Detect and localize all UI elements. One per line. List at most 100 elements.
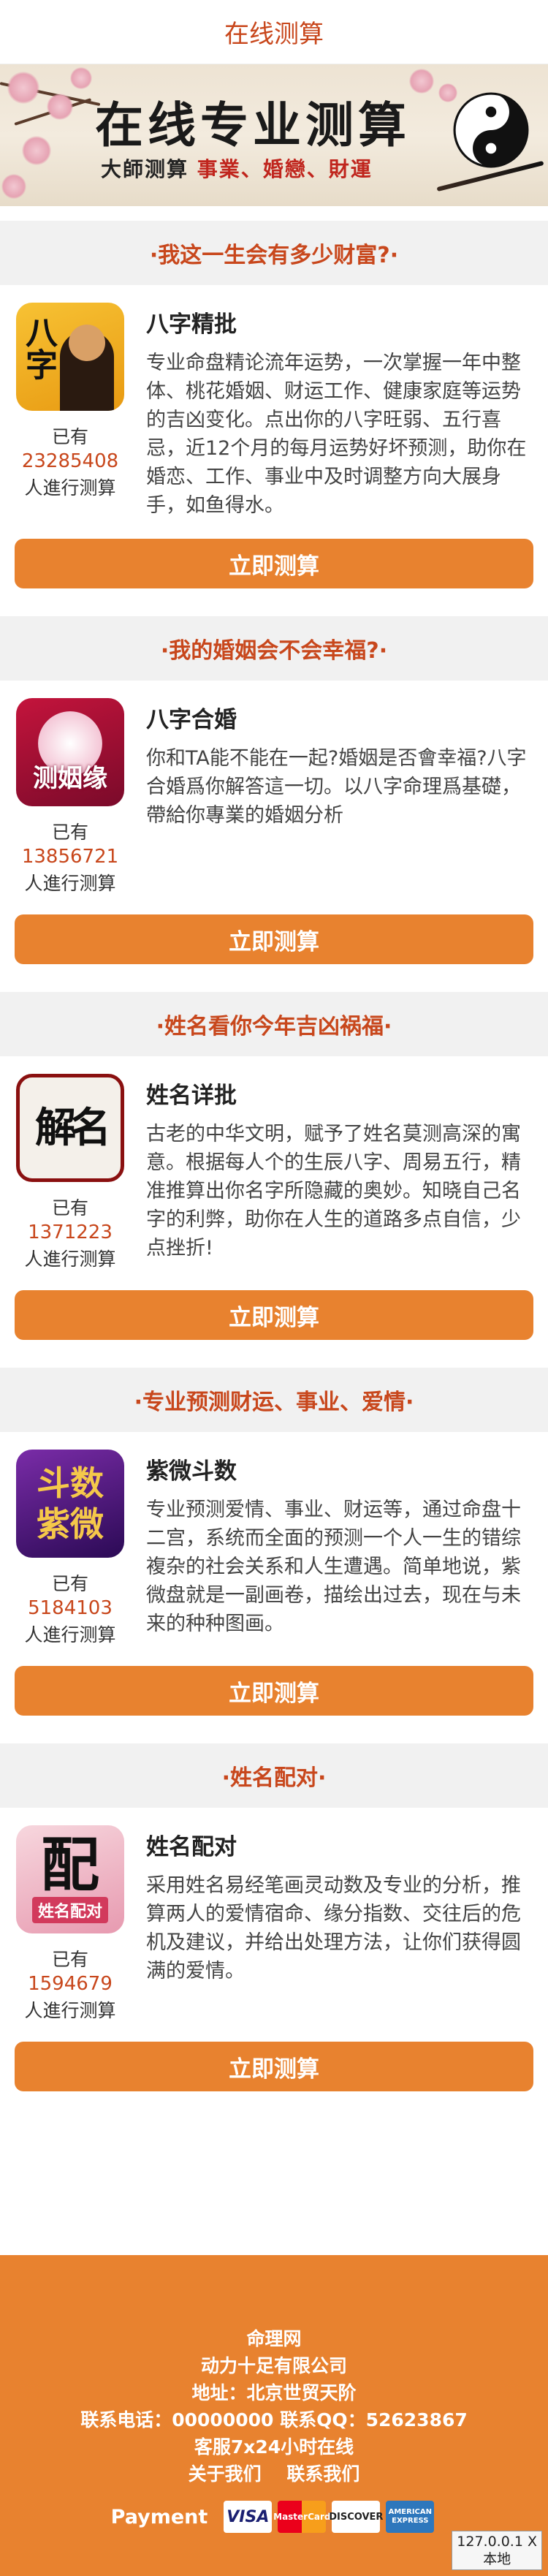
section-heading: ·我这一生会有多少财富?· [0,221,548,285]
local-label: 本地 [483,2551,511,2567]
icon-sub-label: 姓名配对 [31,1897,108,1923]
product-description: 你和TA能不能在一起?婚姻是否會幸福?八字合婚爲你解答這一切。以八字命理爲基礎，… [146,747,527,827]
visa-icon: VISA [224,2501,273,2533]
section-heading: ·姓名配对· [0,1743,548,1808]
count-prefix: 已有 [51,822,88,843]
product-description: 古老的中华文明，赋予了姓名莫测高深的寓意。根据每人个的生辰八字、周易五行，精准推… [146,1123,521,1259]
mastercard-icon: MasterCard [273,2501,331,2533]
product-card: 八字 已有 23285408 人進行测算 八字精批 专业命盘精论流年运势，一次掌… [0,285,548,520]
count-prefix: 已有 [51,1197,88,1219]
footer-company: 动力十足有限公司 [200,2355,347,2376]
count-suffix: 人進行测算 [24,873,116,894]
icon-label: 解名 [35,1104,111,1152]
section-heading-text: ·姓名看你今年吉凶祸福· [156,1014,392,1039]
product-description: 专业预测爱情、事业、财运等，通过命盘十二宫，系统而全面的预测一个人一生的错综複杂… [146,1499,521,1635]
user-count: 5184103 [28,1597,113,1619]
start-test-button-marriage[interactable]: 立即测算 [15,914,533,964]
banner-title: 在线专业测算 [95,96,411,154]
marriage-app-icon[interactable]: 测姻缘 [16,698,124,806]
product-card: 斗数紫微 已有 5184103 人進行测算 紫微斗数 专业预测爱情、事业、财运等… [0,1432,548,1647]
start-test-button-ziwei[interactable]: 立即测算 [15,1666,533,1716]
contact-us-link[interactable]: 联系我们 [286,2463,359,2485]
product-info: 八字精批 专业命盘精论流年运势，一次掌握一年中整体、桃花婚姻、财运工作、健康家庭… [124,303,535,520]
start-test-button-pairing[interactable]: 立即测算 [15,2042,533,2091]
user-count: 1594679 [28,1973,113,1995]
blossom-decoration [47,94,73,120]
product-section-ziwei: ·专业预测财运、事业、爱情· 斗数紫微 已有 5184103 人進行测算 紫微斗… [0,1368,548,1716]
product-title: 八字合婚 [146,707,237,733]
banner-subtitle-master: 大師测算 [101,157,189,181]
product-info: 姓名详批 古老的中华文明，赋予了姓名莫测高深的寓意。根据每人个的生辰八字、周易五… [124,1074,535,1271]
hero-banner: 在线专业测算 大師测算 事業、婚戀、財運 [0,64,548,206]
product-info: 姓名配对 采用姓名易经笔画灵动数及专业的分析，推算两人的爱情宿命、缘分指数、交往… [124,1825,535,2023]
bazi-app-icon[interactable]: 八字 [16,303,124,411]
yin-yang-icon [453,92,529,168]
product-section-marriage: ·我的婚姻会不会幸福?· 测姻缘 已有 13856721 人進行测算 八字合婚 … [0,616,548,964]
footer-service-hours: 客服7x24小时在线 [194,2436,354,2458]
product-card: 配 姓名配对 已有 1594679 人進行测算 姓名配对 采用姓名易经笔画灵动数… [0,1808,548,2023]
product-title: 姓名配对 [146,1834,237,1860]
local-host-text: 127.0.0.1 X [457,2534,537,2550]
count-prefix: 已有 [51,1573,88,1594]
page-title: 在线测算 [224,20,324,49]
count-prefix: 已有 [51,1949,88,1970]
count-suffix: 人進行测算 [24,477,116,499]
icon-label: 八字 [20,316,57,380]
face-decoration [69,325,105,361]
product-description: 专业命盘精论流年运势，一次掌握一年中整体、桃花婚姻、财运工作、健康家庭等运势的吉… [146,352,527,517]
product-description: 采用姓名易经笔画灵动数及专业的分析，推算两人的爱情宿命、缘分指数、交往后的危机及… [146,1874,521,1982]
product-stats: 斗数紫微 已有 5184103 人進行测算 [16,1450,124,1647]
count-suffix: 人進行测算 [24,1249,116,1270]
icon-label: 斗数紫微 [37,1463,104,1544]
product-title: 紫微斗数 [146,1458,237,1485]
product-stats: 八字 已有 23285408 人進行测算 [16,303,124,520]
blossom-decoration [7,72,39,104]
banner-subtitle-topics: 事業、婚戀、財運 [197,157,373,181]
footer-address: 地址：北京世贸天阶 [191,2382,357,2403]
blossom-decoration [70,67,92,89]
blossom-decoration [22,136,51,165]
product-section-pairing: ·姓名配对· 配 姓名配对 已有 1594679 人進行测算 姓名配对 采用姓名… [0,1743,548,2091]
amex-icon: AMERICAN EXPRESS [386,2501,435,2533]
about-us-link[interactable]: 关于我们 [189,2463,262,2485]
count-suffix: 人進行测算 [24,1624,116,1645]
section-heading-text: ·姓名配对· [221,1765,327,1791]
site-footer: 命理网 动力十足有限公司 地址：北京世贸天阶 联系电话：00000000 联系Q… [0,2255,548,2576]
product-stats: 解名 已有 1371223 人進行测算 [16,1074,124,1271]
banner-subtitle: 大師测算 事業、婚戀、財運 [101,154,373,183]
product-card: 解名 已有 1371223 人進行测算 姓名详批 古老的中华文明，赋予了姓名莫测… [0,1056,548,1271]
product-card: 测姻缘 已有 13856721 人進行测算 八字合婚 你和TA能不能在一起?婚姻… [0,681,548,895]
product-title: 八字精批 [146,311,237,338]
count-prefix: 已有 [51,426,88,447]
ziwei-app-icon[interactable]: 斗数紫微 [16,1450,124,1558]
section-heading-text: ·专业预测财运、事业、爱情· [134,1390,414,1415]
section-heading: ·我的婚姻会不会幸福?· [0,616,548,681]
footer-links: 关于我们 联系我们 [0,2461,548,2488]
start-test-button-name[interactable]: 立即测算 [15,1290,533,1340]
product-title: 姓名详批 [146,1083,237,1109]
blossom-decoration [1,174,26,199]
product-stats: 测姻缘 已有 13856721 人進行测算 [16,698,124,895]
product-info: 紫微斗数 专业预测爱情、事业、财运等，通过命盘十二宫，系统而全面的预测一个人一生… [124,1450,535,1647]
pairing-app-icon[interactable]: 配 姓名配对 [16,1825,124,1933]
icon-label: 测姻缘 [33,764,107,793]
top-bar: 在线测算 [0,0,548,64]
payment-methods: Payment VISA MasterCard DISCOVER AMERICA… [0,2501,548,2533]
local-host-badge[interactable]: 127.0.0.1 X 本地 [452,2531,542,2570]
count-suffix: 人進行测算 [24,2000,116,2021]
start-test-button-bazi[interactable]: 立即测算 [15,539,533,588]
footer-site-name: 命理网 [246,2328,302,2349]
product-info: 八字合婚 你和TA能不能在一起?婚姻是否會幸福?八字合婚爲你解答這一切。以八字命… [124,698,535,895]
user-count: 23285408 [21,450,119,472]
blossom-decoration [409,69,434,94]
section-heading: ·专业预测财运、事业、爱情· [0,1368,548,1432]
payment-label: Payment [110,2505,208,2528]
user-count: 13856721 [21,846,119,868]
product-section-name: ·姓名看你今年吉凶祸福· 解名 已有 1371223 人進行测算 姓名详批 古老… [0,992,548,1340]
footer-contact: 联系电话：00000000 联系QQ：52623867 [80,2409,468,2431]
icon-label: 配 [41,1830,99,1899]
user-count: 1371223 [28,1221,113,1243]
product-stats: 配 姓名配对 已有 1594679 人進行测算 [16,1825,124,2023]
section-heading: ·姓名看你今年吉凶祸福· [0,992,548,1056]
name-app-icon[interactable]: 解名 [16,1074,124,1182]
